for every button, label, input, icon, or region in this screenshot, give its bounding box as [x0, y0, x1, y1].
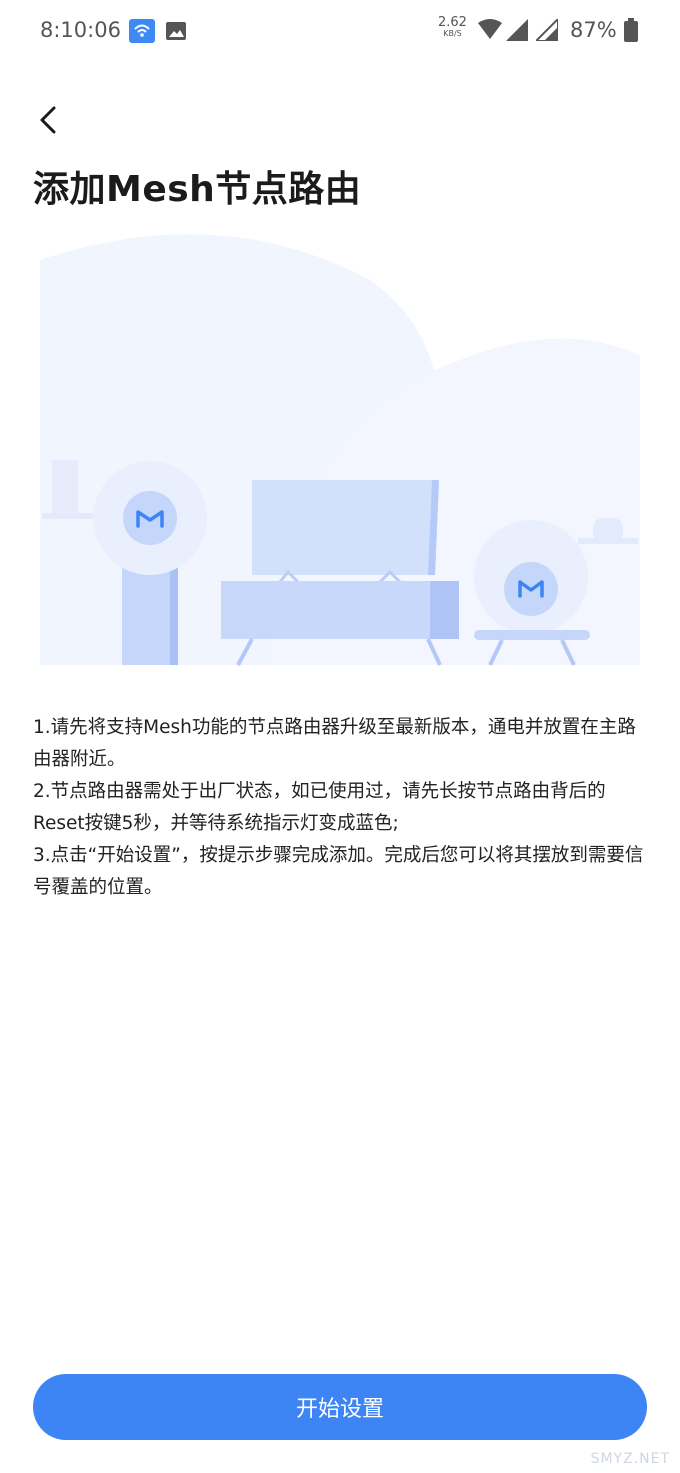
side-table: [474, 630, 590, 640]
pedestal: [122, 560, 178, 665]
instruction-step-1: 1.请先将支持Mesh功能的节点路由器升级至最新版本，通电并放置在主路由器附近。: [33, 717, 636, 770]
tv-cabinet-shade: [430, 581, 459, 639]
left-shelf: [42, 513, 102, 519]
instruction-step-3: 3.点击“开始设置”，按提示步骤完成添加。完成后您可以将其摆放到需要信号覆盖的位…: [33, 845, 644, 898]
status-bar: 8:10:06 2.62 KB/S 87%: [0, 0, 680, 62]
tv-cabinet: [221, 581, 459, 639]
wifi-signal-icon: [478, 19, 502, 41]
instruction-step-2: 2.节点路由器需处于出厂状态，如已使用过，请先长按节点路由背后的Reset按键5…: [33, 781, 606, 834]
watermark: SMYZ.NET: [590, 1451, 670, 1467]
status-time: 8:10:06: [40, 18, 121, 42]
instructions: 1.请先将支持Mesh功能的节点路由器升级至最新版本，通电并放置在主路由器附近。…: [33, 712, 653, 904]
shelf-object: [52, 460, 78, 515]
chevron-left-icon: [40, 106, 56, 134]
wifi-app-icon: [129, 19, 155, 43]
cell-signal-2-icon: [533, 16, 559, 42]
tv-screen: [252, 480, 439, 575]
page-title: 添加Mesh节点路由: [33, 169, 362, 210]
right-shelf: [578, 538, 638, 544]
battery-icon: [624, 18, 638, 42]
start-setup-button[interactable]: 开始设置: [33, 1374, 647, 1440]
image-icon: [166, 21, 186, 40]
cell-signal-icon: [506, 19, 528, 41]
network-speed: 2.62 KB/S: [438, 16, 467, 39]
pedestal-shade: [170, 560, 178, 665]
back-button[interactable]: [30, 100, 66, 140]
battery-level: 87%: [570, 18, 617, 42]
mesh-illustration: [40, 220, 640, 670]
